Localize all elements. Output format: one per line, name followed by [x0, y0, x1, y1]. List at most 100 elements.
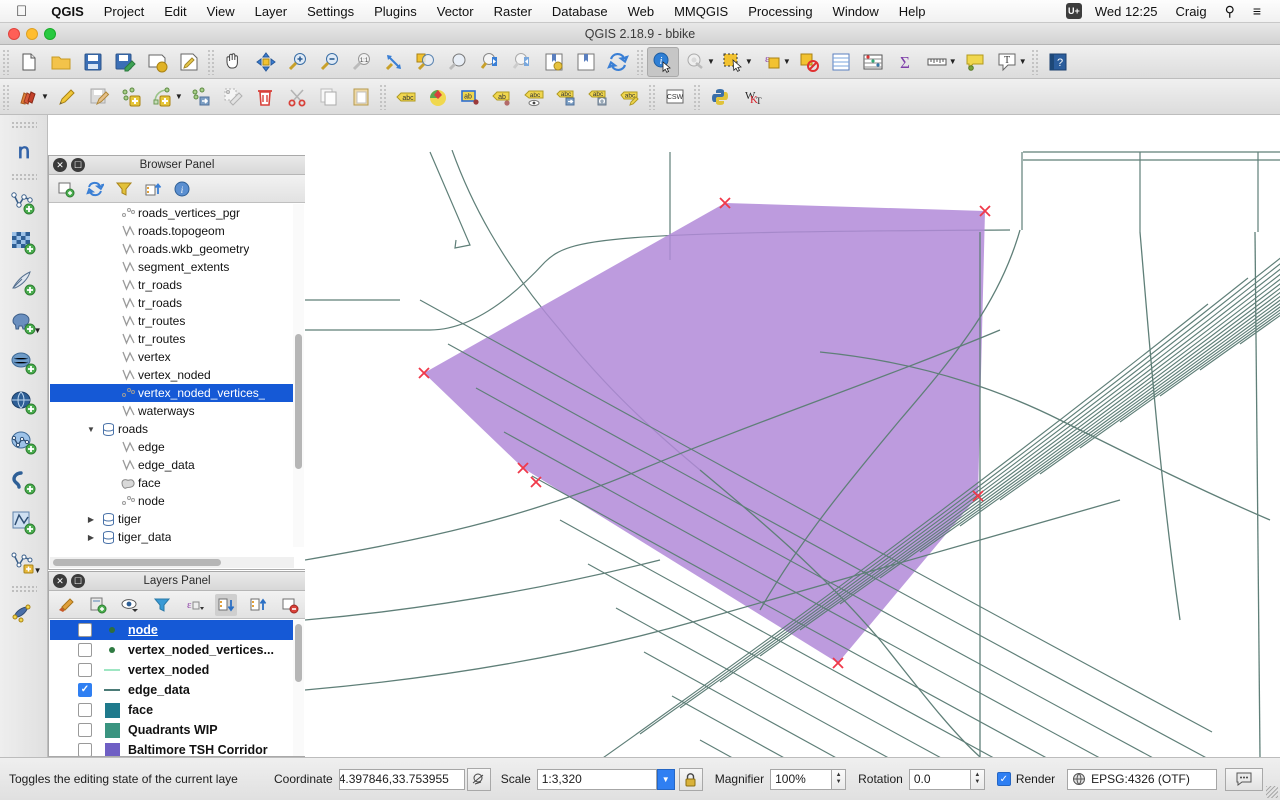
- zoom-to-layer-button[interactable]: [442, 47, 474, 77]
- add-feature-button[interactable]: [115, 82, 147, 112]
- layer-list-item[interactable]: ✓ edge_data: [50, 680, 293, 700]
- move-label-button[interactable]: abc: [550, 82, 582, 112]
- toolbar-grip[interactable]: [1030, 48, 1040, 75]
- add-group-button[interactable]: [87, 594, 109, 616]
- browser-tree-item[interactable]: face: [50, 474, 293, 492]
- menu-help[interactable]: Help: [889, 4, 936, 19]
- chevron-down-icon[interactable]: ▼: [656, 768, 675, 790]
- browser-vertical-scrollbar[interactable]: [293, 204, 304, 547]
- lock-icon[interactable]: [678, 767, 703, 791]
- browser-tree-item[interactable]: edge_data: [50, 456, 293, 474]
- browser-tree-item[interactable]: vertex_noded_vertices_: [50, 384, 293, 402]
- menu-list-icon[interactable]: ≡: [1244, 3, 1270, 19]
- rotate-label-button[interactable]: abc: [582, 82, 614, 112]
- highlight-pinned-labels-button[interactable]: ab: [454, 82, 486, 112]
- layer-visibility-checkbox[interactable]: [78, 663, 92, 677]
- map-canvas[interactable]: [305, 150, 1280, 757]
- apple-logo-icon[interactable]: : [16, 4, 27, 19]
- input-source-icon[interactable]: U+: [1065, 3, 1082, 19]
- toolbar-grip[interactable]: [692, 83, 702, 110]
- layer-list-item[interactable]: vertex_noded_vertices...: [50, 640, 293, 660]
- chevron-down-icon[interactable]: ▼: [84, 425, 98, 434]
- select-features-button[interactable]: [717, 47, 749, 77]
- add-delimited-text-layer-button[interactable]: [5, 263, 43, 303]
- browser-tree-item[interactable]: vertex: [50, 348, 293, 366]
- browser-tree-item[interactable]: ▶ tiger_data: [50, 528, 293, 546]
- layer-visibility-checkbox[interactable]: ✓: [78, 683, 92, 697]
- add-arcgis-feature-button[interactable]: [5, 463, 43, 503]
- scale-combo-input[interactable]: 1:3,320: [536, 768, 657, 790]
- wkt-tool-button[interactable]: WKT: [736, 82, 768, 112]
- clock[interactable]: Wed 12:25: [1086, 4, 1167, 19]
- layer-visibility-checkbox[interactable]: [78, 643, 92, 657]
- browser-tree-item[interactable]: tr_roads: [50, 276, 293, 294]
- zoom-in-button[interactable]: [282, 47, 314, 77]
- layer-list-item[interactable]: face: [50, 700, 293, 720]
- add-selected-layers-button[interactable]: [55, 178, 77, 200]
- browser-tree-item[interactable]: node: [50, 492, 293, 510]
- resize-grip[interactable]: [1266, 786, 1278, 798]
- layer-visibility-checkbox[interactable]: [78, 703, 92, 717]
- add-vector-layer-button[interactable]: [5, 183, 43, 223]
- composer-manager-button[interactable]: [173, 47, 205, 77]
- measure-line-button[interactable]: [921, 47, 953, 77]
- user-name[interactable]: Craig: [1166, 4, 1215, 19]
- browser-tree-item[interactable]: roads.topogeom: [50, 222, 293, 240]
- browser-tree-item[interactable]: tr_routes: [50, 312, 293, 330]
- close-window-button[interactable]: [8, 28, 20, 40]
- maximize-window-button[interactable]: [44, 28, 56, 40]
- save-layer-edits-button[interactable]: [83, 82, 115, 112]
- add-raster-layer-button[interactable]: [5, 223, 43, 263]
- expression-filter-button[interactable]: ε: [183, 594, 205, 616]
- open-attribute-table-button[interactable]: [825, 47, 857, 77]
- menu-layer[interactable]: Layer: [245, 4, 298, 19]
- browser-tree-item[interactable]: vertex_noded: [50, 366, 293, 384]
- pan-map-button[interactable]: [218, 47, 250, 77]
- layer-visibility-checkbox[interactable]: [78, 743, 92, 756]
- move-feature-button[interactable]: [185, 82, 217, 112]
- select-by-expression-button[interactable]: ε: [755, 47, 787, 77]
- label-button[interactable]: abc: [390, 82, 422, 112]
- browser-scroll-thumb[interactable]: [295, 334, 302, 469]
- menu-processing[interactable]: Processing: [738, 4, 822, 19]
- change-label-button[interactable]: abc: [614, 82, 646, 112]
- browser-tree[interactable]: roads_vertices_pgr roads.topogeom roads.wk…: [50, 204, 293, 547]
- chevron-down-icon[interactable]: ▼: [34, 566, 42, 575]
- minimize-window-button[interactable]: [26, 28, 38, 40]
- refresh-button[interactable]: [602, 47, 634, 77]
- pin-labels-button[interactable]: ab: [486, 82, 518, 112]
- text-annotation-button[interactable]: T: [991, 47, 1023, 77]
- expand-all-button[interactable]: [215, 593, 237, 616]
- menu-plugins[interactable]: Plugins: [364, 4, 427, 19]
- browser-tree-item[interactable]: waterways: [50, 402, 293, 420]
- map-tip-annotation-button[interactable]: [959, 47, 991, 77]
- new-bookmark-button[interactable]: [538, 47, 570, 77]
- menu-raster[interactable]: Raster: [484, 4, 542, 19]
- paste-features-button[interactable]: [345, 82, 377, 112]
- openstreetmap-button[interactable]: [5, 595, 43, 635]
- menu-mmqgis[interactable]: MMQGIS: [664, 4, 738, 19]
- layer-visibility-checkbox[interactable]: [78, 723, 92, 737]
- layer-list-item[interactable]: Quadrants WIP: [50, 720, 293, 740]
- layer-list-item[interactable]: vertex_noded: [50, 660, 293, 680]
- rotation-input[interactable]: 0.0: [908, 768, 971, 790]
- new-shapefile-layer-button[interactable]: [5, 503, 43, 543]
- browser-properties-button[interactable]: i: [171, 178, 193, 200]
- zoom-native-button[interactable]: 1:1: [346, 47, 378, 77]
- menu-project[interactable]: Project: [94, 4, 154, 19]
- add-wfs-layer-button[interactable]: [5, 423, 43, 463]
- toolbar-grip[interactable]: [207, 48, 216, 75]
- toggle-editing-button[interactable]: [51, 82, 83, 112]
- layers-vertical-scrollbar[interactable]: [293, 620, 304, 756]
- layer-list-item[interactable]: node: [50, 620, 293, 640]
- chevron-down-icon[interactable]: ▼: [34, 326, 42, 335]
- metasearch-button[interactable]: CSW: [659, 82, 691, 112]
- layers-tree[interactable]: node vertex_noded_vertices... vertex_noded…: [50, 620, 293, 756]
- crs-status-button[interactable]: EPSG:4326 (OTF): [1067, 768, 1218, 790]
- zoom-out-button[interactable]: [314, 47, 346, 77]
- toolbar-grip[interactable]: [10, 121, 37, 129]
- menu-database[interactable]: Database: [542, 4, 618, 19]
- deselect-features-button[interactable]: [793, 47, 825, 77]
- browser-tree-item[interactable]: tr_roads: [50, 294, 293, 312]
- layer-list-item[interactable]: Baltimore TSH Corridor: [50, 740, 293, 756]
